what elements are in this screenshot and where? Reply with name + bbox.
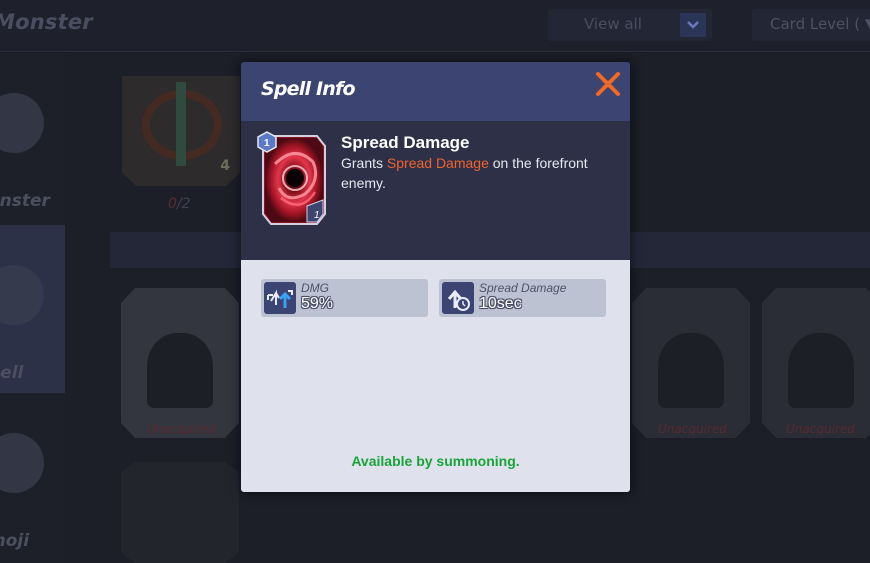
card-silhouette — [657, 333, 725, 408]
sidebar: onster pell moji — [0, 53, 65, 563]
dialog-title: Spell Info — [261, 78, 356, 100]
stat-label: DMG — [301, 281, 329, 295]
stat-value: 10sec — [479, 295, 522, 312]
card-slot[interactable] — [762, 288, 870, 438]
spell-level: 1 — [264, 138, 270, 149]
spell-name: Spread Damage — [341, 133, 470, 152]
spell-info-dialog: Spell Info 1 1 Spread Damage Grants Spre… — [241, 62, 630, 492]
unacquired-label: Unacquired — [786, 422, 855, 436]
sidebar-item-label: pell — [0, 363, 24, 383]
card-slot[interactable] — [121, 288, 239, 438]
unacquired-label: Unacquired — [147, 422, 216, 436]
stat-value: 59% — [301, 295, 334, 312]
chevron-down-icon[interactable] — [680, 13, 706, 37]
card-slot[interactable] — [632, 288, 750, 438]
top-bar: Monster View all Card Level ( ▼ — [0, 0, 870, 52]
spread-timer-icon — [442, 282, 474, 314]
stat-label: Spread Damage — [479, 281, 567, 295]
card-art — [176, 82, 186, 166]
sidebar-item-spell[interactable]: pell — [0, 225, 65, 393]
dialog-header: Spell Info — [241, 62, 630, 121]
monster-icon — [0, 93, 44, 153]
sort-selected-label: Card Level ( ▼ — [770, 15, 870, 33]
filter-selected-label: View all — [584, 15, 642, 33]
spell-description: Grants Spread Damage on the forefront en… — [341, 155, 588, 191]
sidebar-item-emoji[interactable]: moji — [0, 398, 65, 563]
spell-info-panel: 1 1 Spread Damage Grants Spread Damage o… — [241, 121, 630, 260]
sidebar-item-label: moji — [0, 531, 30, 551]
page-title: Monster — [0, 10, 93, 34]
filter-dropdown[interactable]: View all — [548, 9, 712, 41]
card-count: 4 — [220, 158, 230, 174]
card-slot[interactable]: 4 — [122, 76, 240, 186]
close-button[interactable] — [593, 69, 623, 99]
spell-card-count: 1 — [314, 210, 320, 221]
sidebar-item-label: onster — [0, 191, 50, 211]
card-silhouette — [787, 333, 855, 408]
sort-dropdown[interactable]: Card Level ( ▼ — [752, 9, 870, 41]
level-badge-icon: 1 — [257, 131, 277, 153]
stat-dmg: DMG 59% — [261, 279, 428, 317]
unacquired-label: Unacquired — [658, 422, 727, 436]
stat-spread-damage: Spread Damage 10sec — [439, 279, 606, 317]
spell-icon — [0, 265, 44, 325]
emoji-icon — [0, 433, 44, 493]
availability-note: Available by summoning. — [351, 453, 520, 469]
card-progress: 0/2 — [168, 196, 191, 212]
card-silhouette — [146, 333, 214, 408]
sidebar-item-monster[interactable]: onster — [0, 53, 65, 218]
damage-arrows-icon — [264, 282, 296, 314]
close-icon — [596, 72, 620, 96]
spell-stats-panel: DMG 59% Spread Damage 10sec Available by… — [241, 260, 630, 492]
spell-description-highlight: Spread Damage — [386, 155, 489, 171]
spell-card: 1 1 — [257, 131, 327, 226]
card-slot[interactable] — [121, 462, 239, 563]
